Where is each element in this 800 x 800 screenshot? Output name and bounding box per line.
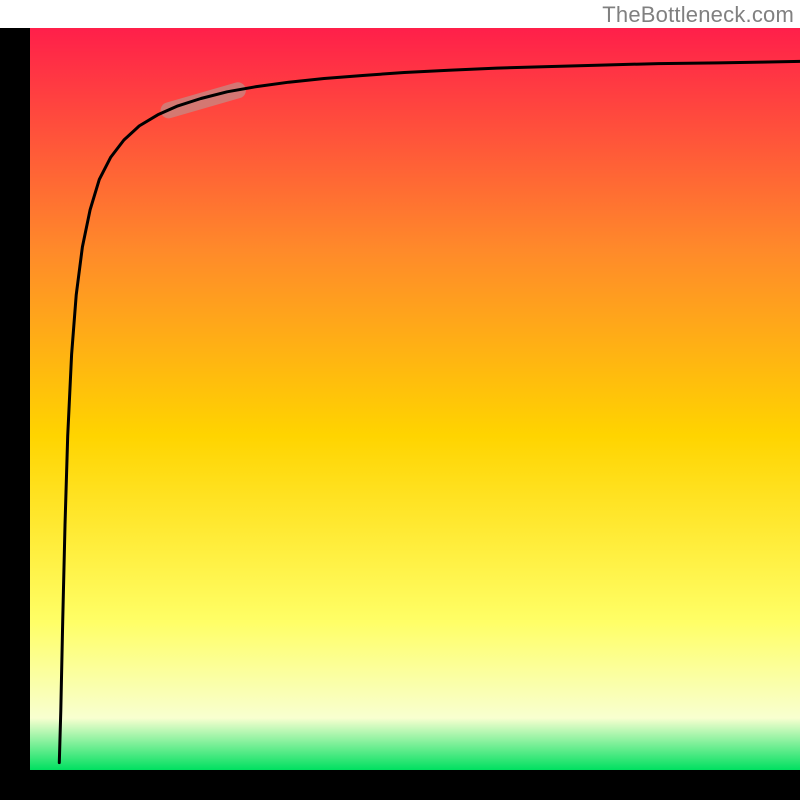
bottleneck-chart <box>0 0 800 800</box>
attribution-label: TheBottleneck.com <box>602 2 794 28</box>
left-border <box>0 28 30 800</box>
bottom-border <box>0 770 800 800</box>
chart-frame: TheBottleneck.com <box>0 0 800 800</box>
gradient-background <box>30 28 800 770</box>
